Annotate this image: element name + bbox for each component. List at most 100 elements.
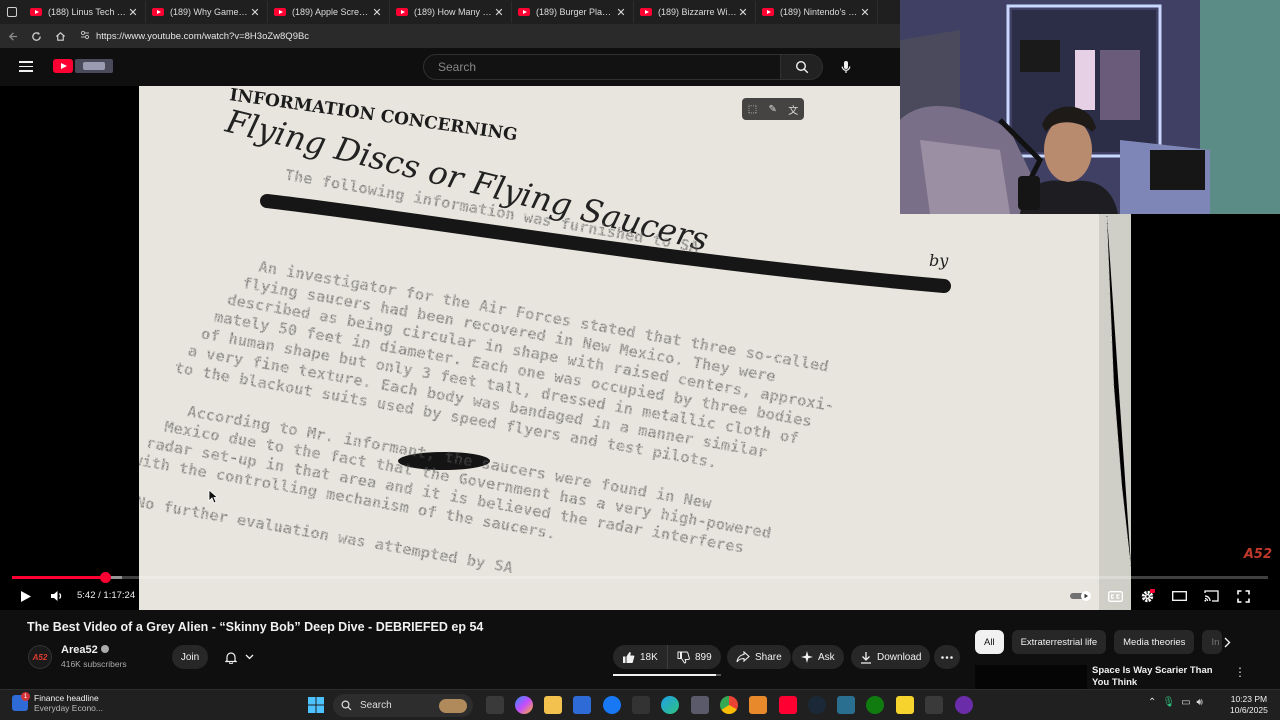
cast-button[interactable]	[1201, 584, 1221, 608]
browser-tab[interactable]: (189) Nintendo's Gree ✕	[756, 1, 878, 23]
crop-icon[interactable]: ⬚	[748, 104, 757, 115]
sparkle-icon	[801, 651, 813, 663]
close-tab-icon[interactable]: ✕	[371, 6, 383, 19]
task-view-icon[interactable]	[486, 696, 504, 714]
app-icon[interactable]	[837, 696, 855, 714]
close-tab-icon[interactable]: ✕	[493, 6, 505, 19]
obs-icon[interactable]	[955, 696, 973, 714]
download-label: Download	[877, 651, 922, 663]
youtube-play-logo-icon	[53, 59, 73, 73]
subscription-bell-button[interactable]	[216, 645, 262, 669]
browser-tab[interactable]: (189) Why GamersNex ✕	[146, 1, 268, 23]
dislike-button[interactable]: 899	[667, 645, 721, 669]
file-explorer-icon[interactable]	[544, 696, 562, 714]
taskbar-search[interactable]: Search	[333, 694, 473, 717]
chip-all[interactable]: All	[975, 630, 1004, 654]
more-actions-button[interactable]	[934, 645, 960, 669]
youtube-logo[interactable]	[53, 59, 113, 73]
share-button[interactable]: Share	[727, 645, 791, 669]
microsoft-store-icon[interactable]	[573, 696, 591, 714]
subtitles-button[interactable]	[1105, 584, 1125, 608]
news-widget[interactable]: 1 Finance headline Everyday Econo...	[12, 692, 103, 713]
close-tab-icon[interactable]: ✕	[249, 6, 261, 19]
search-button[interactable]	[781, 54, 823, 80]
microphone-icon[interactable]: 🎙︎	[1162, 697, 1175, 708]
browser-tab[interactable]: (189) How Many Moni ✕	[390, 1, 512, 23]
fullscreen-icon	[1236, 589, 1250, 603]
tab-label: (189) Apple Screwed U	[292, 7, 371, 17]
like-button[interactable]: 18K	[613, 645, 667, 669]
youtube-masthead: Search	[0, 48, 900, 86]
reload-icon[interactable]	[24, 24, 48, 48]
youtube-favicon-icon	[518, 8, 530, 16]
settings-button[interactable]	[1137, 584, 1157, 608]
vlc-icon[interactable]	[749, 696, 767, 714]
download-button[interactable]: Download	[851, 645, 931, 669]
custom-logo-image	[75, 59, 113, 73]
channel-name-group[interactable]: Area52	[61, 644, 109, 656]
recommended-video-title[interactable]: Space Is Way Scarier Than You Think	[1092, 665, 1232, 689]
youtube-app-icon[interactable]	[779, 696, 797, 714]
network-icon[interactable]: ▭	[1181, 697, 1190, 708]
chips-next-button[interactable]	[1216, 631, 1238, 653]
search-input[interactable]: Search	[423, 54, 781, 80]
mute-button[interactable]	[47, 584, 67, 608]
more-horizontal-icon	[941, 655, 953, 659]
close-tab-icon[interactable]: ✕	[859, 6, 871, 19]
volume-icon[interactable]: 🔊︎	[1197, 697, 1203, 708]
progress-bar[interactable]	[12, 572, 1268, 583]
recommended-video[interactable]: Space Is Way Scarier Than You Think ⋮	[975, 663, 1275, 689]
recommended-video-thumbnail[interactable]	[975, 665, 1087, 689]
browser-tab[interactable]: (188) Linus Tech Tips - ✕	[24, 1, 146, 23]
snipping-tool-icon[interactable]	[925, 696, 943, 714]
browser-tab[interactable]: (189) Bizzarre William ✕	[634, 1, 756, 23]
thumbs-up-icon	[623, 651, 635, 663]
close-tab-icon[interactable]: ✕	[127, 6, 139, 19]
close-tab-icon[interactable]: ✕	[737, 6, 749, 19]
menu-icon[interactable]	[19, 61, 33, 72]
like-count: 18K	[640, 651, 658, 663]
steam-icon[interactable]	[808, 696, 826, 714]
clock[interactable]: 10:23 PM 10/6/2025	[1230, 694, 1268, 716]
edge-browser-icon[interactable]	[661, 696, 679, 714]
ask-button[interactable]: Ask	[792, 645, 844, 669]
system-tray: ⌃ 🎙︎ ▭ 🔊︎	[1148, 697, 1203, 708]
more-vertical-icon[interactable]: ⋮	[1234, 665, 1246, 679]
image-tools-overlay: ⬚ ✎ 文	[742, 98, 804, 120]
site-info-icon[interactable]	[80, 30, 96, 42]
video-title: The Best Video of a Grey Alien - “Skinny…	[27, 620, 484, 634]
channel-name[interactable]: Area52	[61, 644, 98, 656]
subscriber-count: 416K subscribers	[61, 659, 127, 669]
clock-date: 10/6/2025	[1230, 705, 1268, 715]
window-menu-icon[interactable]	[0, 0, 24, 24]
autoplay-toggle[interactable]	[1068, 584, 1094, 608]
amazon-icon[interactable]	[632, 696, 650, 714]
browser-tab[interactable]: (189) Apple Screwed U ✕	[268, 1, 390, 23]
channel-avatar[interactable]: A52	[28, 645, 52, 669]
edit-note-icon[interactable]: ✎	[769, 104, 777, 115]
ask-label: Ask	[818, 651, 835, 663]
play-button[interactable]	[16, 584, 36, 608]
home-icon[interactable]	[48, 24, 72, 48]
sticky-notes-icon[interactable]	[896, 696, 914, 714]
windows-start-icon[interactable]	[307, 696, 325, 714]
close-tab-icon[interactable]: ✕	[615, 6, 627, 19]
address-bar[interactable]: https://www.youtube.com/watch?v=8H3oZw8Q…	[80, 27, 880, 45]
copilot-icon[interactable]	[515, 696, 533, 714]
voice-search-button[interactable]	[832, 54, 860, 80]
xbox-icon[interactable]	[866, 696, 884, 714]
fullscreen-button[interactable]	[1233, 584, 1253, 608]
calculator-icon[interactable]	[691, 696, 709, 714]
translate-icon[interactable]: 文	[788, 102, 798, 117]
download-icon	[861, 651, 871, 664]
chrome-icon[interactable]	[720, 696, 738, 714]
chip-extraterrestrial-life[interactable]: Extraterrestrial life	[1011, 630, 1107, 654]
search-icon	[795, 60, 808, 74]
join-button[interactable]: Join	[172, 645, 208, 669]
chevron-up-icon[interactable]: ⌃	[1148, 697, 1156, 708]
back-arrow-icon[interactable]	[0, 24, 24, 48]
browser-tab[interactable]: (189) Burger Planet Edi ✕	[512, 1, 634, 23]
chip-media-theories[interactable]: Media theories	[1114, 630, 1195, 654]
facebook-icon[interactable]	[603, 696, 621, 714]
theater-mode-button[interactable]	[1169, 584, 1189, 608]
